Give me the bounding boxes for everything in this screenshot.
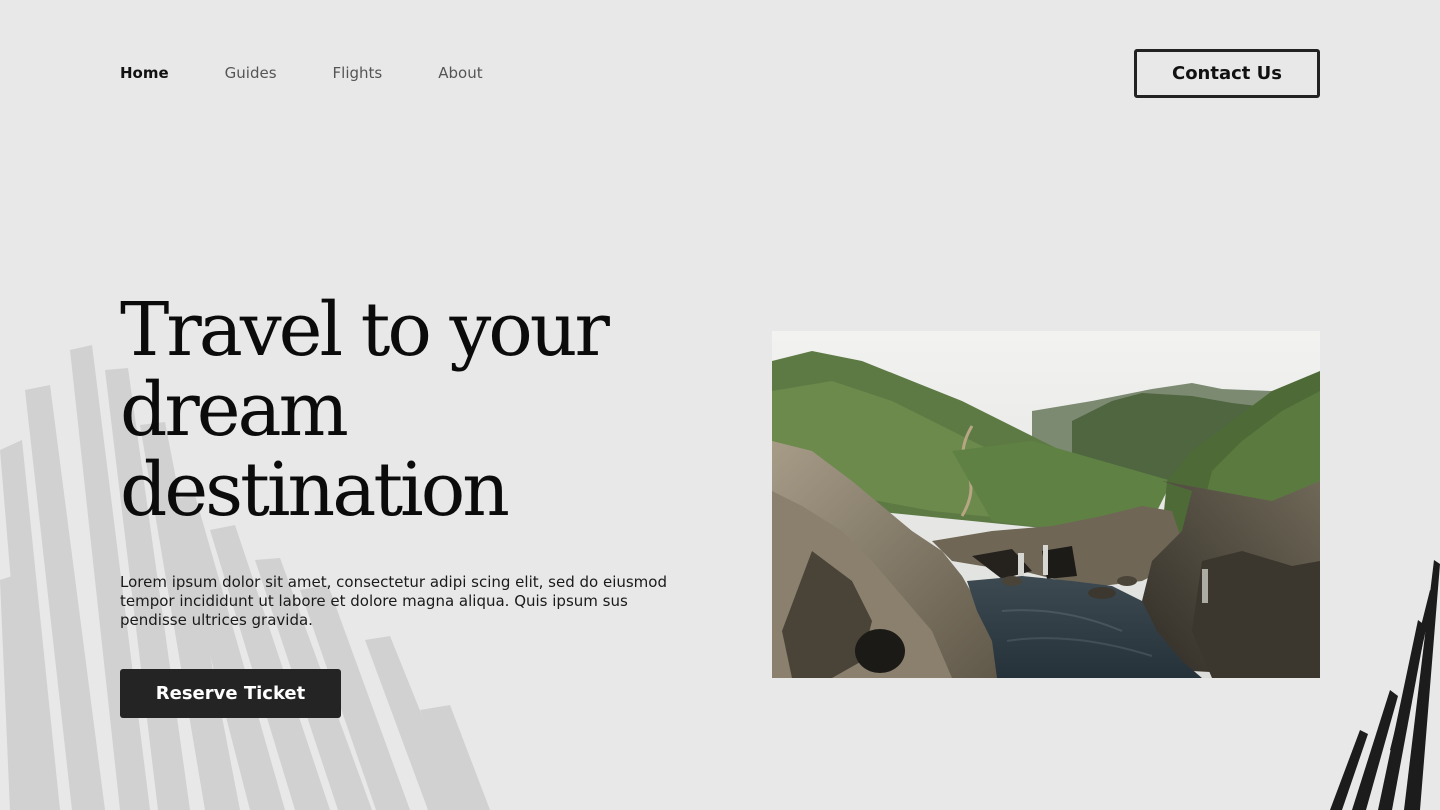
hero-title-line-1: Travel to your bbox=[120, 287, 610, 373]
nav-flights-link[interactable]: Flights bbox=[333, 64, 383, 82]
hero-landscape-image bbox=[772, 331, 1320, 678]
main-nav: Home Guides Flights About bbox=[120, 64, 483, 82]
page: Home Guides Flights About Contact Us Tra… bbox=[0, 0, 1440, 810]
hero-description: Lorem ipsum dolor sit amet, consectetur … bbox=[120, 573, 667, 629]
nav-guides-link[interactable]: Guides bbox=[225, 64, 277, 82]
hero-title-line-2: dream bbox=[120, 367, 349, 453]
brush-stroke-decoration-right bbox=[1330, 560, 1440, 810]
hero-title-line-3: destination bbox=[120, 447, 510, 533]
nav-home-link[interactable]: Home bbox=[120, 64, 169, 82]
nav-about-link[interactable]: About bbox=[438, 64, 482, 82]
reserve-ticket-button[interactable]: Reserve Ticket bbox=[120, 669, 341, 718]
hero-title: Travel to your dream destination bbox=[120, 290, 720, 530]
contact-us-button[interactable]: Contact Us bbox=[1134, 49, 1320, 98]
